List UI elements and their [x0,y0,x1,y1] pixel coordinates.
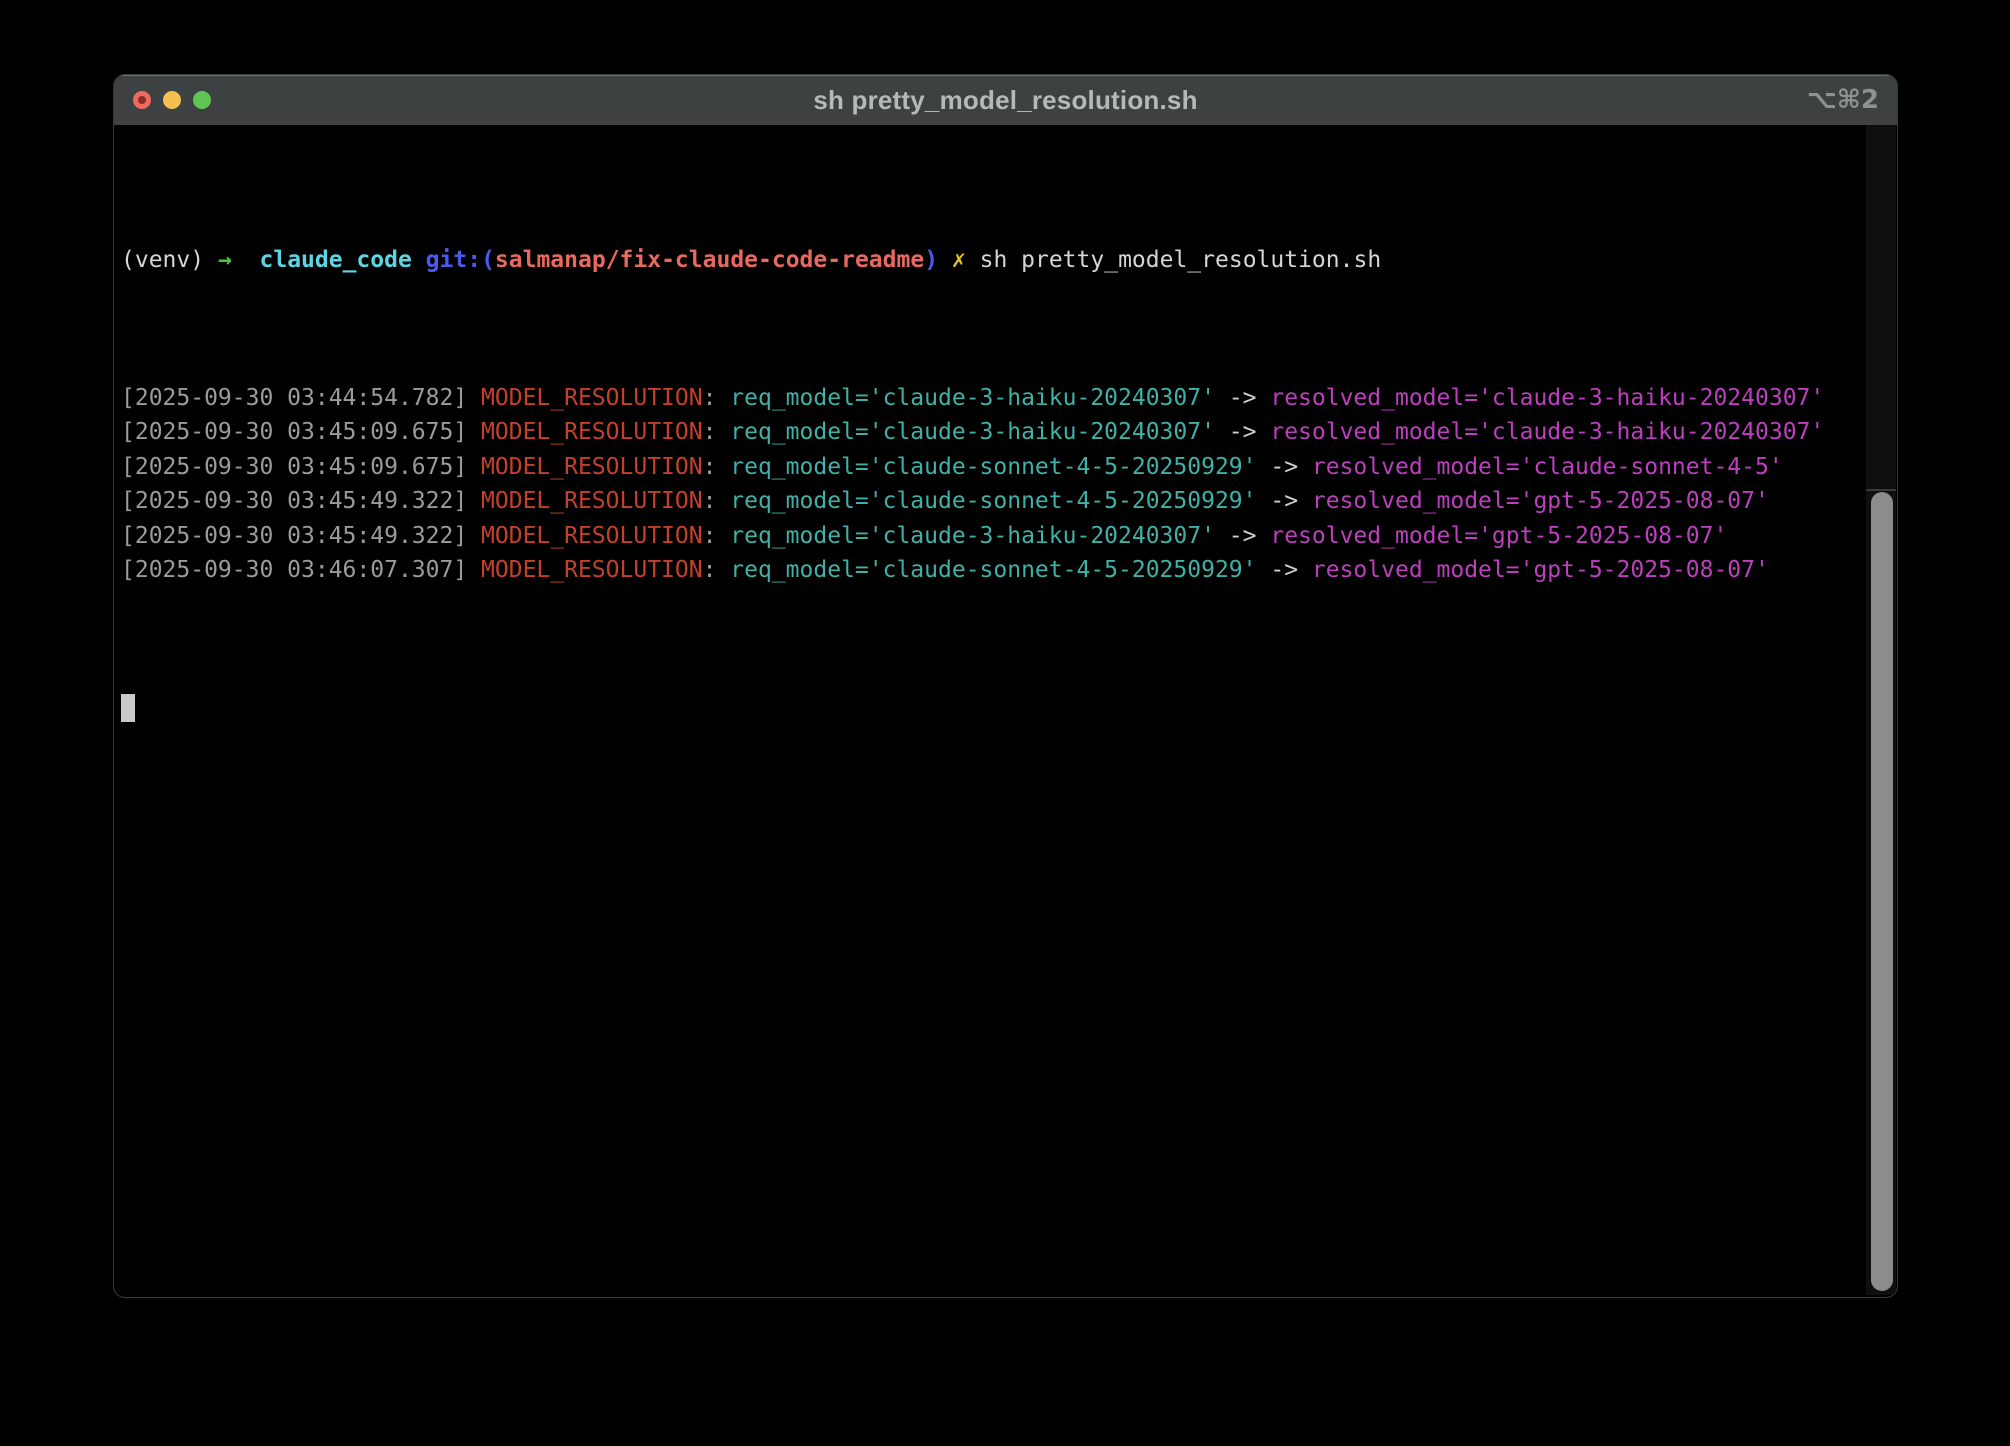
log-line: [2025-09-30 03:45:49.322] MODEL_RESOLUTI… [121,484,1857,519]
git-branch: salmanap/fix-claude-code-readme [495,247,924,273]
terminal-cursor [121,694,135,722]
log-req-model: req_model='claude-sonnet-4-5-20250929' [730,488,1256,514]
log-arrow: -> [1257,557,1312,583]
log-arrow: -> [1215,385,1270,411]
log-tag: MODEL_RESOLUTION [481,419,703,445]
window-title: sh pretty_model_resolution.sh [813,85,1197,116]
log-req-model: req_model='claude-3-haiku-20240307' [730,523,1215,549]
scrollbar-thumb[interactable] [1871,492,1893,1291]
log-line: [2025-09-30 03:45:49.322] MODEL_RESOLUTI… [121,519,1857,554]
log-arrow: -> [1257,454,1312,480]
log-resolved-model: resolved_model='claude-3-haiku-20240307' [1270,419,1824,445]
log-timestamp: [2025-09-30 03:45:09.675] [121,419,481,445]
prompt-line: (venv) → claude_code git:(salmanap/fix-c… [121,243,1857,278]
log-tag: MODEL_RESOLUTION [481,488,703,514]
log-timestamp: [2025-09-30 03:45:49.322] [121,523,481,549]
log-req-model: req_model='claude-sonnet-4-5-20250929' [730,557,1256,583]
current-directory: claude_code [260,247,412,273]
log-resolved-model: resolved_model='gpt-5-2025-08-07' [1312,557,1769,583]
prompt-arrow-icon: → [218,247,232,273]
log-tag: MODEL_RESOLUTION [481,557,703,583]
cursor-line [121,691,1857,726]
log-separator: : [703,454,731,480]
git-suffix: ) [924,247,938,273]
log-resolved-model: resolved_model='claude-3-haiku-20240307' [1270,385,1824,411]
git-prefix: git:( [412,247,495,273]
venv-indicator: (venv) [121,247,218,273]
log-separator: : [703,488,731,514]
close-button[interactable] [133,91,151,109]
zoom-button[interactable] [193,91,211,109]
log-timestamp: [2025-09-30 03:46:07.307] [121,557,481,583]
log-timestamp: [2025-09-30 03:45:09.675] [121,454,481,480]
log-resolved-model: resolved_model='gpt-5-2025-08-07' [1270,523,1727,549]
log-arrow: -> [1215,523,1270,549]
log-line: [2025-09-30 03:45:09.675] MODEL_RESOLUTI… [121,450,1857,485]
log-tag: MODEL_RESOLUTION [481,454,703,480]
minimize-button[interactable] [163,91,181,109]
log-req-model: req_model='claude-sonnet-4-5-20250929' [730,454,1256,480]
traffic-lights [133,75,211,125]
log-line: [2025-09-30 03:44:54.782] MODEL_RESOLUTI… [121,381,1857,416]
log-line: [2025-09-30 03:45:09.675] MODEL_RESOLUTI… [121,415,1857,450]
log-req-model: req_model='claude-3-haiku-20240307' [730,419,1215,445]
terminal-window: sh pretty_model_resolution.sh ⌥⌘2 (venv)… [113,74,1898,1298]
log-tag: MODEL_RESOLUTION [481,523,703,549]
window-titlebar[interactable]: sh pretty_model_resolution.sh ⌥⌘2 [114,75,1897,125]
log-req-model: req_model='claude-3-haiku-20240307' [730,385,1215,411]
log-arrow: -> [1257,488,1312,514]
terminal-output[interactable]: (venv) → claude_code git:(salmanap/fix-c… [114,125,1897,1297]
log-separator: : [703,523,731,549]
log-line: [2025-09-30 03:46:07.307] MODEL_RESOLUTI… [121,553,1857,588]
log-resolved-model: resolved_model='claude-sonnet-4-5' [1312,454,1783,480]
log-resolved-model: resolved_model='gpt-5-2025-08-07' [1312,488,1769,514]
scrollbar-separator [1866,489,1896,491]
log-separator: : [703,385,731,411]
git-dirty-icon: ✗ [938,247,980,273]
log-separator: : [703,419,731,445]
log-timestamp: [2025-09-30 03:44:54.782] [121,385,481,411]
log-timestamp: [2025-09-30 03:45:49.322] [121,488,481,514]
log-separator: : [703,557,731,583]
tab-shortcut-label: ⌥⌘2 [1807,75,1879,125]
log-arrow: -> [1215,419,1270,445]
prompt-gap [232,247,260,273]
typed-command: sh pretty_model_resolution.sh [980,247,1382,273]
log-tag: MODEL_RESOLUTION [481,385,703,411]
